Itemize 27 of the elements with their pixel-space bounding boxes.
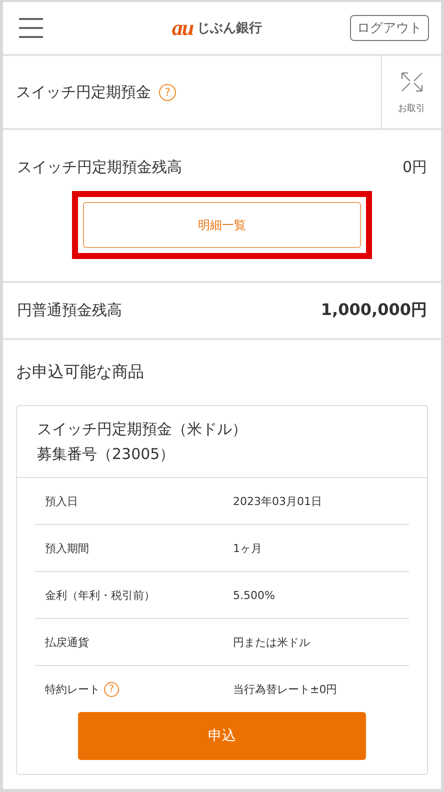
product-title: 募集番号（23005）: [37, 445, 176, 464]
detail-label: 預入日: [45, 494, 78, 508]
products-heading: お申込可能な商品: [16, 362, 145, 383]
detail-value: 5.500%: [233, 588, 275, 602]
detail-value: 1ヶ月: [233, 540, 262, 556]
logout-button[interactable]: ログアウト: [350, 15, 429, 41]
logo-mark: au: [172, 15, 194, 41]
arrows-icon: [398, 70, 424, 94]
detail-label: 払戻通貨: [45, 634, 89, 650]
detail-label: 特約レート: [45, 682, 100, 696]
help-icon[interactable]: ?: [104, 682, 119, 696]
section-title: スイッチ円定期預金: [16, 82, 151, 102]
balance-label: スイッチ円定期預金残高: [17, 158, 182, 177]
apply-button[interactable]: 申込: [78, 712, 366, 760]
menu-icon[interactable]: [18, 17, 44, 39]
help-icon[interactable]: ?: [159, 84, 176, 100]
balance-label: 円普通預金残高: [17, 301, 122, 320]
detail-value: 2023年03月01日: [233, 494, 322, 508]
product-title: スイッチ円定期預金（米ドル）: [37, 420, 248, 439]
logo-text: じぶん銀行: [197, 20, 262, 37]
detail-value: 当行為替レート±0円: [233, 682, 338, 696]
balance-amount: 0円: [402, 158, 427, 177]
balance-amount: 1,000,000円: [320, 300, 427, 321]
detail-label: 預入期間: [45, 540, 89, 556]
detail-value: 円または米ドル: [233, 634, 310, 650]
detail-label: 金利（年利・税引前）: [45, 588, 155, 602]
details-button[interactable]: 明細一覧: [83, 202, 361, 248]
